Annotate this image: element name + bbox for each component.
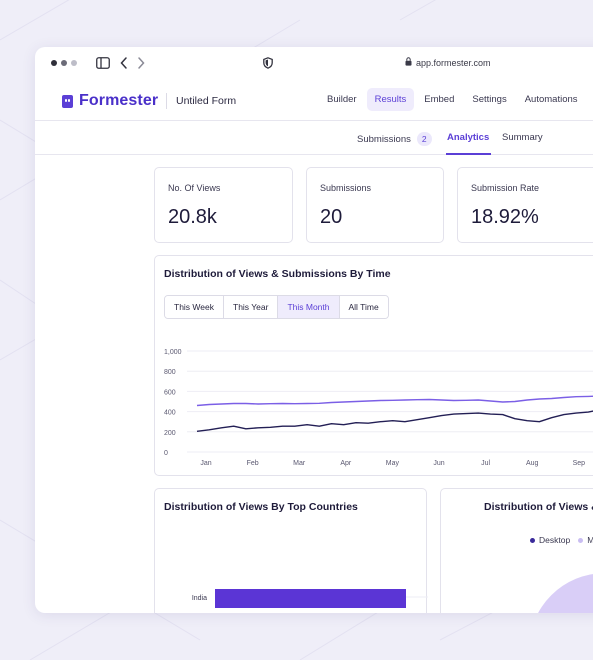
back-arrow-icon[interactable] xyxy=(120,56,128,70)
stat-value: 18.92% xyxy=(471,206,539,228)
tab-summary[interactable]: Summary xyxy=(502,132,543,143)
url-text: app.formester.com xyxy=(416,57,491,68)
stat-value: 20.8k xyxy=(168,206,217,228)
browser-window: app.formester.com Formester Untiled Form… xyxy=(35,47,593,613)
x-tick-label: Feb xyxy=(247,460,259,467)
address-bar[interactable]: app.formester.com xyxy=(405,57,491,68)
y-tick-label: 1,000 xyxy=(164,349,182,356)
y-tick-label: 800 xyxy=(164,369,176,376)
stat-card-submissions: Submissions 20 xyxy=(306,167,444,243)
countries-chart-card: Distribution of Views By Top Countries I… xyxy=(154,488,428,613)
nav-automations[interactable]: Automations xyxy=(517,88,586,111)
tab-submissions[interactable]: Submissions 2 xyxy=(357,132,432,146)
logo[interactable]: Formester xyxy=(62,92,158,110)
y-tick-label: 400 xyxy=(164,410,176,417)
active-tab-indicator xyxy=(446,153,491,155)
form-name[interactable]: Untiled Form xyxy=(176,95,236,107)
stat-label: No. Of Views xyxy=(168,183,221,193)
x-tick-label: Jun xyxy=(433,460,444,467)
app-header: Formester Untiled Form Builder Results E… xyxy=(35,81,593,121)
x-tick-label: Apr xyxy=(340,460,352,467)
submissions-count-badge: 2 xyxy=(416,132,432,146)
nav-builder[interactable]: Builder xyxy=(319,88,365,111)
donut-segment xyxy=(538,574,593,613)
window-dot[interactable] xyxy=(61,60,67,66)
stat-value: 20 xyxy=(320,206,343,228)
x-tick-label: May xyxy=(386,460,400,467)
y-tick-label: 0 xyxy=(164,450,168,457)
formester-logo-icon xyxy=(62,94,73,108)
nav-settings[interactable]: Settings xyxy=(464,88,514,111)
x-tick-label: Mar xyxy=(293,460,306,467)
tab-submissions-label: Submissions xyxy=(357,133,411,145)
sidebar-toggle-icon[interactable] xyxy=(96,56,110,70)
time-line-chart: 0 200 400 600 800 1,000 Jan Feb Mar Apr May Jun Jul A… xyxy=(164,349,593,467)
country-bar xyxy=(215,589,406,608)
time-chart-card: Distribution of Views & Submissions By T… xyxy=(154,255,593,476)
nav-embed[interactable]: Embed xyxy=(416,88,462,111)
x-tick-label: Sep xyxy=(573,460,586,467)
tab-analytics[interactable]: Analytics xyxy=(447,132,489,143)
devices-donut-chart xyxy=(538,574,593,613)
window-controls[interactable] xyxy=(51,60,77,66)
nav-results[interactable]: Results xyxy=(366,88,415,111)
window-dot[interactable] xyxy=(71,60,77,66)
results-tabs: Submissions 2 Analytics Summary xyxy=(35,121,593,155)
countries-bar-chart: IndiaUnited States xyxy=(192,589,428,608)
brand-name: Formester xyxy=(79,92,159,109)
stat-card-views: No. Of Views 20.8k xyxy=(154,167,293,243)
devices-chart-card: Distribution of Views & Desktop M xyxy=(440,488,593,613)
x-tick-label: Jan xyxy=(200,460,211,467)
browser-chrome: app.formester.com xyxy=(35,47,593,79)
views-line xyxy=(196,395,593,407)
submissions-line xyxy=(196,410,593,432)
country-label: India xyxy=(192,595,207,602)
x-tick-label: Jul xyxy=(481,460,490,467)
lock-icon xyxy=(405,57,412,68)
stat-label: Submission Rate xyxy=(471,183,540,193)
forward-arrow-icon[interactable] xyxy=(137,56,145,70)
y-tick-label: 600 xyxy=(164,389,176,396)
header-divider xyxy=(166,93,167,109)
x-tick-label: Aug xyxy=(526,460,539,467)
stat-label: Submissions xyxy=(320,183,372,193)
shield-icon[interactable] xyxy=(263,56,273,70)
y-tick-label: 200 xyxy=(164,430,176,437)
window-dot[interactable] xyxy=(51,60,57,66)
stat-card-submission-rate: Submission Rate 18.92% xyxy=(457,167,593,243)
main-nav: Builder Results Embed Settings Automatio… xyxy=(319,88,588,111)
